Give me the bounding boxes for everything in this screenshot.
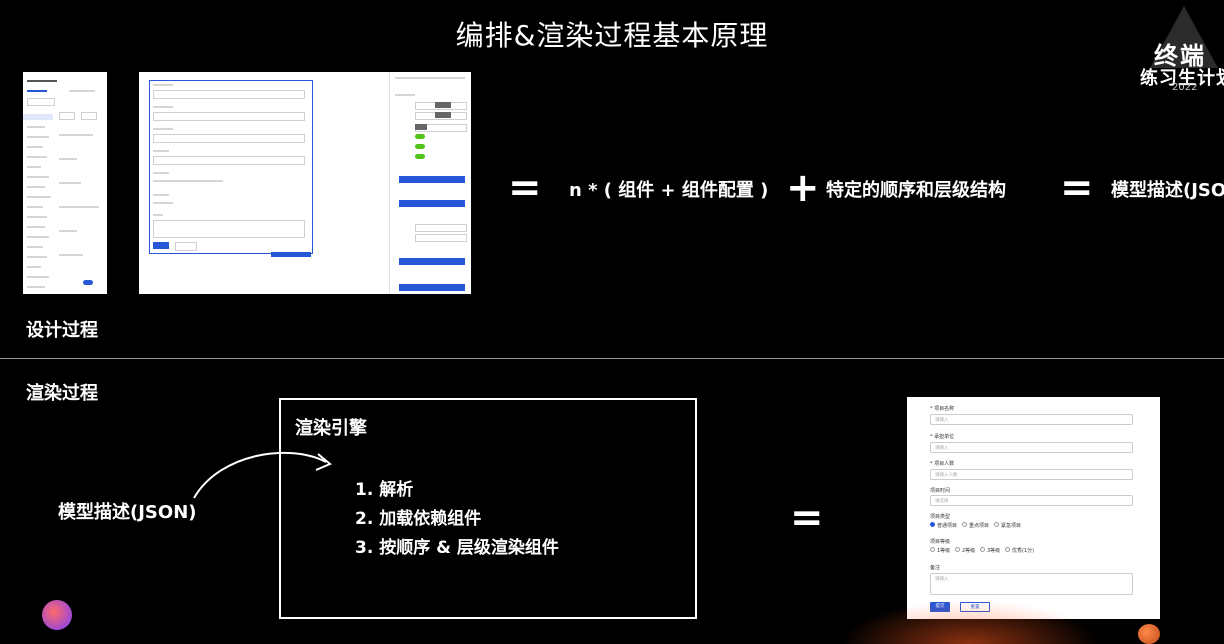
remark-label: 备注 (930, 565, 941, 571)
slide-title: 编排&渲染过程基本原理 (455, 19, 769, 52)
decorative-glow (840, 600, 1100, 644)
decorative-orb (1138, 624, 1160, 644)
form-field-label: * 项目名称 (930, 406, 955, 412)
form-input[interactable]: 请输入 (930, 442, 1133, 453)
remark-textarea[interactable]: 请输入 (930, 573, 1133, 595)
checkbox-option-label: 优秀(1分) (1012, 548, 1035, 554)
formula-plus: + (786, 165, 820, 211)
checkbox-group-label: 项目等级 (930, 539, 951, 545)
editor-canvas-thumbnail (139, 72, 471, 294)
formula-equals-2: = (1060, 165, 1094, 211)
checkbox-option[interactable] (955, 547, 960, 552)
formula-structure: 特定的顺序和层级结构 (826, 180, 1006, 201)
decorative-orb (42, 600, 72, 630)
formula-equals-1: = (508, 165, 542, 211)
checkbox-option-label: 3等级 (987, 548, 1001, 554)
formula-result: 模型描述(JSON (1111, 180, 1224, 201)
checkbox-option[interactable] (980, 547, 985, 552)
radio-option-label: 重点项目 (969, 523, 990, 529)
render-engine-box: 渲染引擎 1. 解析 2. 加载依赖组件 3. 按顺序 & 层级渲染组件 (279, 398, 697, 619)
date-input[interactable]: 请选择 (930, 495, 1133, 506)
form-input[interactable]: 请输入 (930, 414, 1133, 425)
date-label: 项目时间 (930, 488, 951, 494)
checkbox-option-label: 1等级 (937, 548, 951, 554)
formula-components: n * ( 组件 + 组件配置 ) (569, 180, 769, 201)
radio-option-label: 普通项目 (937, 523, 958, 529)
checkbox-option[interactable] (930, 547, 935, 552)
render-process-label: 渲染过程 (26, 383, 98, 404)
radio-option[interactable] (930, 522, 935, 527)
render-engine-steps: 1. 解析 2. 加载依赖组件 3. 按顺序 & 层级渲染组件 (355, 476, 559, 563)
form-input[interactable]: 请输入人数 (930, 469, 1133, 480)
radio-group-label: 项目类型 (930, 514, 951, 520)
radio-option[interactable] (962, 522, 967, 527)
event-logo: 终端 练习生计划 2022 (1132, 6, 1224, 93)
form-field-label: * 项目人数 (930, 461, 955, 467)
checkbox-option-label: 2等级 (962, 548, 976, 554)
design-process-label: 设计过程 (26, 320, 98, 341)
radio-option-label: 紧急项目 (1001, 523, 1022, 529)
render-engine-title: 渲染引擎 (295, 418, 367, 439)
model-json-label: 模型描述(JSON) (58, 502, 197, 523)
form-field-label: * 承担单位 (930, 434, 955, 440)
render-equals: = (790, 495, 824, 541)
component-panel-thumbnail (23, 72, 107, 294)
section-divider (0, 358, 1224, 359)
checkbox-option[interactable] (1005, 547, 1010, 552)
rendered-form-preview: * 项目名称 请输入 * 承担单位 请输入 * 项目人数 请输入人数 项目时间 … (907, 397, 1160, 619)
radio-option[interactable] (994, 522, 999, 527)
step-parse: 1. 解析 (355, 480, 414, 500)
step-load-deps: 2. 加载依赖组件 (355, 509, 482, 529)
logo-year: 2022 (1172, 82, 1198, 93)
step-render-order: 3. 按顺序 & 层级渲染组件 (355, 538, 559, 558)
